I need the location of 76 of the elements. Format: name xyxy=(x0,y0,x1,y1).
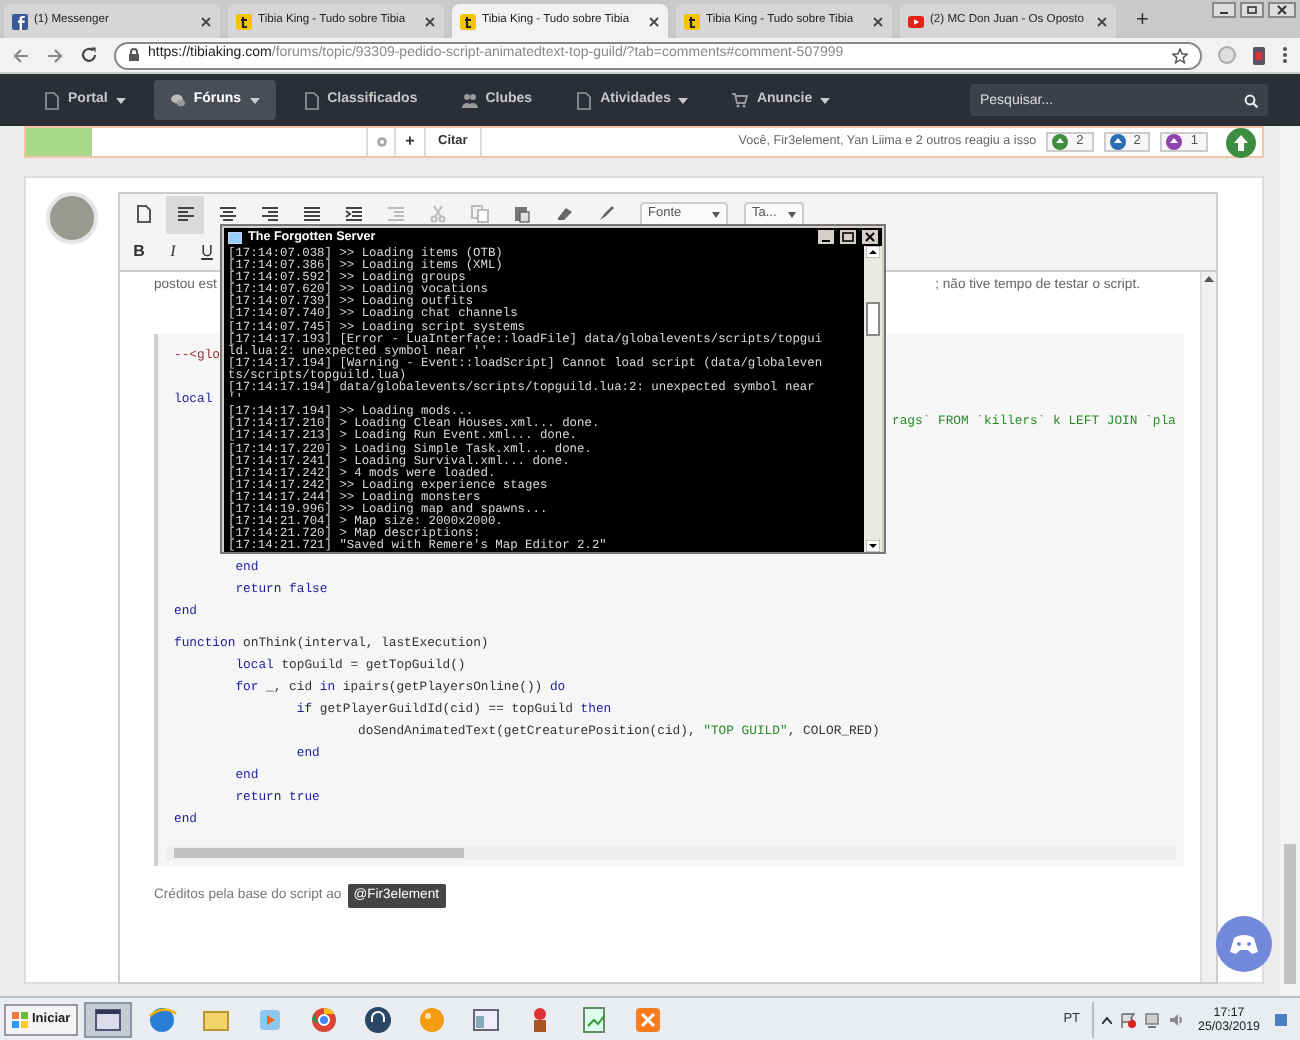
lock-icon xyxy=(128,48,140,62)
console-window-icon xyxy=(92,1003,125,1035)
site-logo-icon xyxy=(236,13,252,29)
close-icon[interactable] xyxy=(872,15,884,27)
forward-arrow-icon[interactable] xyxy=(46,47,64,63)
author-color-block xyxy=(26,128,92,156)
close-icon[interactable] xyxy=(1096,15,1108,27)
network-icon[interactable] xyxy=(1144,1011,1161,1027)
close-icon[interactable] xyxy=(648,15,660,27)
people-icon xyxy=(461,91,478,109)
upvote-icon[interactable] xyxy=(1225,127,1255,157)
cut-icon xyxy=(427,204,447,224)
caret-icon xyxy=(788,211,796,217)
up-arrow-icon[interactable] xyxy=(866,246,880,258)
chart-notepad-icon xyxy=(578,1003,611,1035)
play-icon xyxy=(908,13,924,29)
minimize-icon[interactable] xyxy=(1212,2,1236,18)
page-icon xyxy=(576,91,593,109)
horizontal-scrollbar[interactable] xyxy=(166,846,1176,860)
align-center-icon xyxy=(217,204,237,224)
align-left-icon xyxy=(175,204,195,224)
star-icon[interactable] xyxy=(1172,47,1188,63)
page-icon xyxy=(44,91,60,109)
outdent-icon xyxy=(385,204,405,224)
document-icon xyxy=(133,204,153,224)
down-arrow-icon[interactable] xyxy=(866,540,880,553)
search-icon[interactable] xyxy=(1244,93,1258,107)
controller-icon xyxy=(1230,934,1258,954)
scrollbar-thumb[interactable] xyxy=(866,302,880,337)
close-icon[interactable] xyxy=(862,230,878,244)
up-arrow-icon[interactable] xyxy=(1204,276,1214,282)
align-right-icon xyxy=(259,204,279,224)
menu-icon[interactable] xyxy=(1282,46,1288,64)
site-logo-icon xyxy=(684,13,700,29)
minimize-icon[interactable] xyxy=(818,230,834,244)
windows-flag-icon xyxy=(12,1011,28,1027)
site-logo-icon xyxy=(460,13,476,29)
close-icon[interactable] xyxy=(200,15,212,27)
format-button[interactable]: I xyxy=(158,236,188,268)
window-icon xyxy=(470,1003,503,1035)
extension-icon[interactable] xyxy=(1252,45,1266,65)
restore-icon[interactable] xyxy=(1240,2,1264,18)
justify-icon xyxy=(301,204,321,224)
indent-icon xyxy=(343,204,363,224)
avatar-placeholder xyxy=(46,192,98,244)
scrollbar-thumb[interactable] xyxy=(174,848,464,858)
scrollbar-thumb[interactable] xyxy=(1284,844,1296,984)
round-browser-icon xyxy=(308,1003,341,1035)
show-desktop-icon[interactable] xyxy=(1274,1011,1288,1027)
speaker-icon[interactable] xyxy=(1168,1011,1185,1027)
close-icon[interactable] xyxy=(1268,2,1296,18)
console-scrollbar[interactable] xyxy=(864,246,882,553)
new-tab-button[interactable]: + xyxy=(1124,4,1161,38)
page-scrollbar[interactable] xyxy=(1280,126,1300,996)
caret-icon xyxy=(712,211,720,217)
messenger-icon xyxy=(12,13,28,29)
ball-icon xyxy=(416,1003,449,1035)
format-button[interactable]: B xyxy=(124,236,154,268)
taskbar-app-button[interactable] xyxy=(84,1001,133,1037)
globe-e-icon xyxy=(146,1003,179,1035)
x-mark-app-icon xyxy=(632,1003,665,1035)
format-button[interactable]: U xyxy=(192,236,222,268)
back-arrow-icon[interactable] xyxy=(12,47,30,63)
maximize-icon[interactable] xyxy=(840,230,856,244)
add-button[interactable]: + xyxy=(394,128,424,156)
flag-alert-icon[interactable] xyxy=(1120,1011,1137,1027)
chat-bubbles-icon xyxy=(169,91,186,109)
reload-icon[interactable] xyxy=(80,46,98,64)
toolbar-button[interactable] xyxy=(166,195,204,233)
cart-icon xyxy=(732,91,749,109)
copy-icon xyxy=(469,204,489,224)
close-icon[interactable] xyxy=(424,15,436,27)
headset-icon xyxy=(362,1003,395,1035)
page-icon xyxy=(303,91,320,109)
chevron-up-icon[interactable] xyxy=(1102,1015,1113,1023)
editor-scrollbar[interactable] xyxy=(1200,272,1216,982)
